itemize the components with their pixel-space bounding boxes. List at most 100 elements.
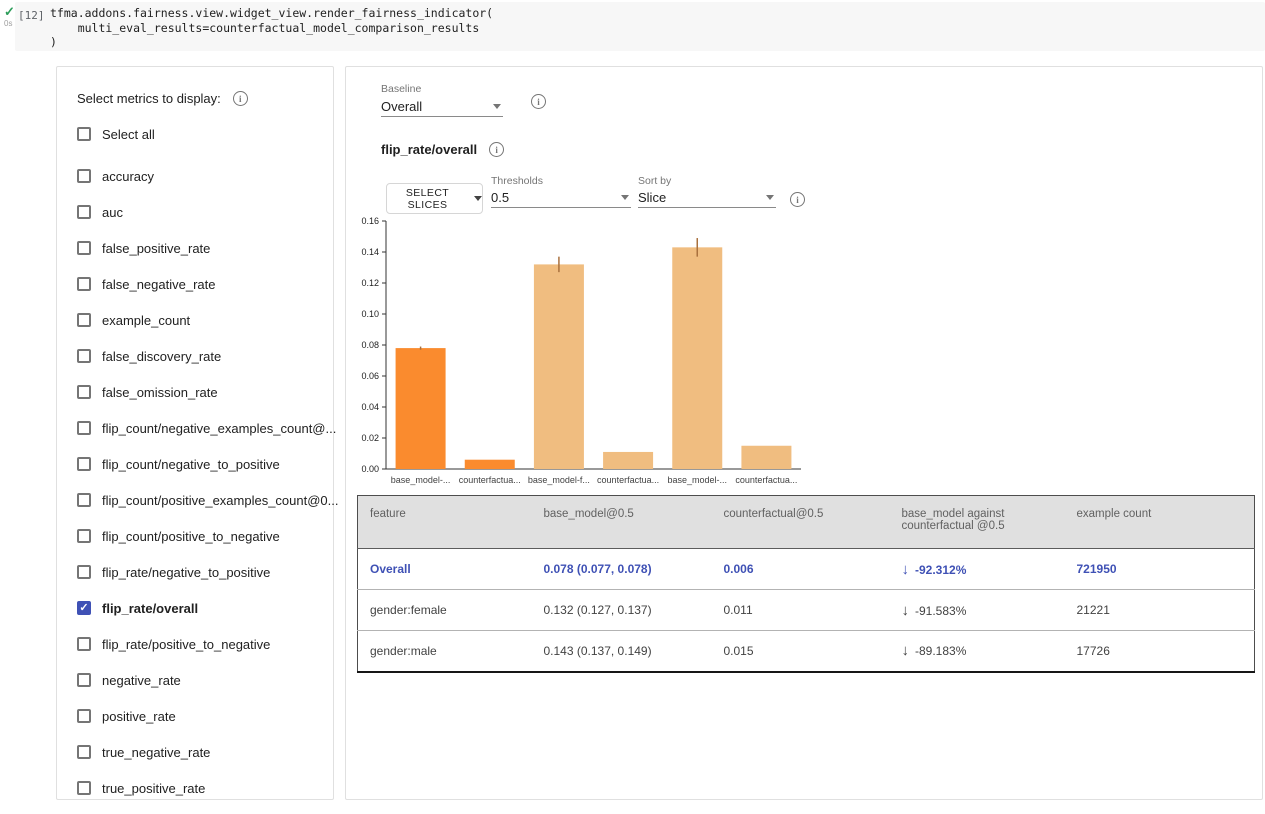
checkbox-unchecked-icon[interactable] <box>77 169 91 183</box>
bar-counterfactua-3[interactable] <box>603 452 653 469</box>
base-model-cell: 0.143 (0.137, 0.149) <box>532 631 712 672</box>
feature-cell: gender:female <box>358 590 532 631</box>
baseline-info-icon[interactable]: i <box>531 94 546 109</box>
sort-by-select[interactable]: Slice <box>638 187 776 208</box>
example-count-cell: 721950 <box>1065 549 1255 590</box>
x-axis-category-label: base_model-... <box>667 475 727 485</box>
arrow-down-icon: ↓ <box>902 561 910 578</box>
metric-item-negative-rate: negative_rate <box>77 671 327 689</box>
chevron-down-icon <box>766 195 774 200</box>
checkbox-unchecked-icon[interactable] <box>77 709 91 723</box>
metric-item-label: negative_rate <box>102 673 181 688</box>
column-header-example-count: example count <box>1065 496 1255 549</box>
x-axis-category-label: counterfactua... <box>597 475 659 485</box>
y-axis-tick-label: 0.06 <box>361 371 379 381</box>
sort-by-label: Sort by <box>638 175 776 187</box>
checkbox-unchecked-icon[interactable] <box>77 205 91 219</box>
bar-counterfactua-5[interactable] <box>741 446 791 469</box>
bar-base-model-4[interactable] <box>672 247 722 469</box>
metrics-list: Select allaccuracyaucfalse_positive_rate… <box>77 125 327 814</box>
metric-item-label: flip_rate/overall <box>102 601 198 616</box>
table-row-gender-female: gender:female0.132 (0.127, 0.137)0.011↓-… <box>358 590 1255 631</box>
checkbox-unchecked-icon[interactable] <box>77 127 91 141</box>
checkbox-unchecked-icon[interactable] <box>77 421 91 435</box>
metric-item-label: false_negative_rate <box>102 277 215 292</box>
baseline-label: Baseline <box>381 83 421 95</box>
fairness-bar-chart: 0.000.020.040.060.080.100.120.140.16base… <box>354 217 810 507</box>
sort-by-group: Sort by Slice <box>638 175 776 208</box>
checkbox-unchecked-icon[interactable] <box>77 781 91 795</box>
fairness-widget-panel: Baseline Overall i flip_rate/overall i S… <box>345 66 1263 800</box>
checkbox-unchecked-icon[interactable] <box>77 745 91 759</box>
chevron-down-icon <box>474 196 482 201</box>
thresholds-select[interactable]: 0.5 <box>491 187 631 208</box>
metrics-title-row: Select metrics to display: i <box>77 91 248 106</box>
metric-item-true-negative-rate: true_negative_rate <box>77 743 327 761</box>
metric-item-flip-rate-negative-to-positive: flip_rate/negative_to_positive <box>77 563 327 581</box>
y-axis-tick-label: 0.08 <box>361 340 379 350</box>
baseline-select[interactable]: Overall <box>381 96 503 117</box>
y-axis-tick-label: 0.04 <box>361 402 379 412</box>
checkbox-unchecked-icon[interactable] <box>77 277 91 291</box>
metric-item-label: positive_rate <box>102 709 176 724</box>
x-axis-category-label: counterfactua... <box>735 475 797 485</box>
metric-item-label: accuracy <box>102 169 154 184</box>
y-axis-tick-label: 0.12 <box>361 278 379 288</box>
bar-counterfactua-1[interactable] <box>465 460 515 469</box>
arrow-down-icon: ↓ <box>902 642 910 659</box>
select-slices-button[interactable]: SELECT SLICES <box>386 183 483 214</box>
cell-code[interactable]: tfma.addons.fairness.view.widget_view.re… <box>50 6 493 50</box>
against-cell: ↓ -92.312% <box>890 549 1065 590</box>
checkbox-unchecked-icon[interactable] <box>77 673 91 687</box>
against-value: -89.183% <box>915 644 966 658</box>
checkbox-unchecked-icon[interactable] <box>77 565 91 579</box>
checkbox-unchecked-icon[interactable] <box>77 529 91 543</box>
slice-table-body: Overall0.078 (0.077, 0.078)0.006↓-92.312… <box>358 549 1255 672</box>
metrics-panel: Select metrics to display: i Select all a… <box>56 66 334 800</box>
checkbox-unchecked-icon[interactable] <box>77 313 91 327</box>
table-row-overall: Overall0.078 (0.077, 0.078)0.006↓-92.312… <box>358 549 1255 590</box>
metric-item-label: Select all <box>102 127 155 142</box>
metric-item-false-negative-rate: false_negative_rate <box>77 275 327 293</box>
bar-base-model-f-2[interactable] <box>534 264 584 469</box>
metric-title: flip_rate/overall <box>381 142 477 157</box>
metric-item-label: flip_count/negative_examples_count@... <box>102 421 336 436</box>
against-cell: ↓-91.583% <box>890 590 1065 631</box>
checkbox-unchecked-icon[interactable] <box>77 457 91 471</box>
metric-item-label: flip_count/positive_examples_count@0... <box>102 493 339 508</box>
metric-item-example-count: example_count <box>77 311 327 329</box>
checkbox-checked-icon[interactable]: ✓ <box>77 601 91 615</box>
counterfactual-cell: 0.015 <box>712 631 890 672</box>
x-axis-category-label: base_model-... <box>391 475 451 485</box>
thresholds-label: Thresholds <box>491 175 631 187</box>
y-axis-tick-label: 0.10 <box>361 309 379 319</box>
metric-item-label: flip_count/negative_to_positive <box>102 457 280 472</box>
checkbox-unchecked-icon[interactable] <box>77 637 91 651</box>
metric-item-flip-count-positive-to-negative: flip_count/positive_to_negative <box>77 527 327 545</box>
against-value: -92.312% <box>915 563 966 577</box>
metric-item-positive-rate: positive_rate <box>77 707 327 725</box>
chart-info-icon[interactable]: i <box>790 192 805 207</box>
checkbox-unchecked-icon[interactable] <box>77 385 91 399</box>
table-header-row: feature base_model@0.5 counterfactual@0.… <box>358 496 1255 549</box>
metric-item-flip-count-negative-examples-count: flip_count/negative_examples_count@... <box>77 419 327 437</box>
y-axis-tick-label: 0.02 <box>361 433 379 443</box>
metric-item-label: example_count <box>102 313 190 328</box>
base-model-cell: 0.078 (0.077, 0.078) <box>532 549 712 590</box>
metric-info-icon[interactable]: i <box>489 142 504 157</box>
bar-base-model-0[interactable] <box>396 348 446 469</box>
column-header-base-against-counterfactual: base_model against counterfactual @0.5 <box>890 496 1065 549</box>
checkbox-unchecked-icon[interactable] <box>77 349 91 363</box>
counterfactual-cell: 0.011 <box>712 590 890 631</box>
metric-item-label: false_omission_rate <box>102 385 218 400</box>
metric-item-label: true_negative_rate <box>102 745 210 760</box>
metric-item-label: flip_rate/positive_to_negative <box>102 637 270 652</box>
cell-execution-count: [12] <box>18 9 45 22</box>
thresholds-value: 0.5 <box>491 190 509 205</box>
info-icon[interactable]: i <box>233 91 248 106</box>
checkbox-unchecked-icon[interactable] <box>77 493 91 507</box>
checkbox-unchecked-icon[interactable] <box>77 241 91 255</box>
metrics-panel-title: Select metrics to display: <box>77 91 221 106</box>
metric-item-select-all: Select all <box>77 125 327 143</box>
cell-duration: 0s <box>4 19 12 28</box>
